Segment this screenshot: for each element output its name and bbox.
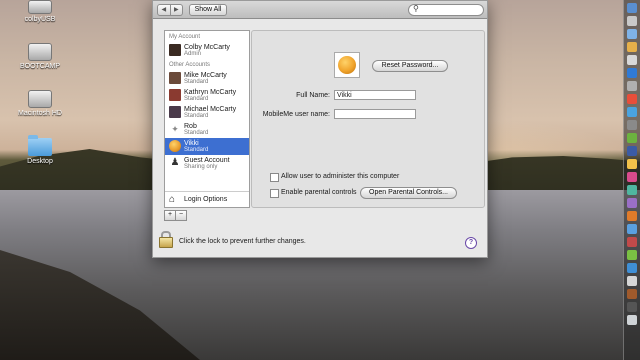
my-account-header: My Account (169, 34, 201, 40)
avatar (169, 106, 181, 118)
dock-app-icon[interactable] (627, 29, 637, 39)
dock-app-icon[interactable] (627, 289, 637, 299)
parental-controls-checkbox[interactable] (270, 189, 279, 198)
account-item-colby-mccarty[interactable]: Colby McCarty Admin (165, 42, 249, 59)
account-item-kathryn-mccarty[interactable]: Kathryn McCarty Standard (165, 87, 249, 104)
account-details-panel: Reset Password... Full Name: Vikki Mobil… (251, 30, 485, 208)
account-item-michael-mccarty[interactable]: Michael McCarty Standard (165, 104, 249, 121)
accounts-preferences-window: ◀ ▶ Show All ⚲ My Account Colby McCarty … (152, 0, 488, 258)
dock-app-icon[interactable] (627, 224, 637, 234)
lock-body (159, 237, 173, 248)
account-type: Standard (184, 130, 209, 136)
mobileme-label: MobileMe user name: (262, 111, 330, 118)
account-item-vikki[interactable]: Vikki Standard (165, 138, 249, 155)
accounts-list: My Account Colby McCarty Admin Other Acc… (164, 30, 250, 208)
dock-app-icon[interactable] (627, 68, 637, 78)
account-type: Standard (184, 147, 209, 153)
dock-app-icon[interactable] (627, 146, 637, 156)
nav-buttons: ◀ ▶ (157, 4, 183, 16)
full-name-field[interactable]: Vikki (334, 90, 416, 100)
dock-app-icon[interactable] (627, 198, 637, 208)
account-type: Standard (184, 79, 209, 85)
avatar: ✦ (169, 123, 181, 135)
reset-password-button[interactable]: Reset Password... (372, 60, 448, 72)
orange-ball-image (338, 56, 356, 74)
other-accounts-header: Other Accounts (169, 62, 211, 68)
avatar (169, 72, 181, 84)
desktop-icon-colbyusb[interactable]: colbyUSB (10, 0, 70, 23)
account-name: Colby McCarty (184, 44, 230, 51)
avatar (169, 89, 181, 101)
account-name: Mike McCarty (184, 72, 227, 79)
desktop-icon-desktop[interactable]: Desktop (10, 135, 70, 165)
account-name: Rob (184, 123, 197, 130)
avatar (169, 140, 181, 152)
account-type: Standard (184, 96, 209, 102)
avatar (169, 44, 181, 56)
user-picture[interactable] (334, 52, 360, 78)
account-item-mike-mccarty[interactable]: Mike McCarty Standard (165, 70, 249, 87)
dock-app-icon[interactable] (627, 42, 637, 52)
login-options-label: Login Options (184, 196, 228, 203)
dock-app-icon[interactable] (627, 55, 637, 65)
dock (623, 0, 640, 360)
account-name: Kathryn McCarty (184, 89, 237, 96)
account-item-guest[interactable]: ♟ Guest Account Sharing only (165, 155, 249, 172)
dock-app-icon[interactable] (627, 250, 637, 260)
dock-app-icon[interactable] (627, 107, 637, 117)
dock-app-icon[interactable] (627, 16, 637, 26)
guest-avatar-icon: ♟ (169, 157, 181, 169)
dock-app-icon[interactable] (627, 185, 637, 195)
parental-controls-label: Enable parental controls (281, 189, 357, 196)
dock-app-icon[interactable] (627, 3, 637, 13)
show-all-button[interactable]: Show All (189, 4, 227, 16)
dock-app-icon[interactable] (627, 172, 637, 182)
house-icon: ⌂ (169, 194, 176, 205)
dock-app-icon[interactable] (627, 211, 637, 221)
full-name-label: Full Name: (296, 92, 330, 99)
allow-admin-checkbox[interactable] (270, 173, 279, 182)
dock-app-icon[interactable] (627, 159, 637, 169)
search-input[interactable]: ⚲ (408, 4, 484, 16)
dock-app-icon[interactable] (627, 133, 637, 143)
folder-icon (28, 135, 52, 156)
window-toolbar: ◀ ▶ Show All ⚲ (153, 1, 487, 19)
account-name: Michael McCarty (184, 106, 237, 113)
dock-app-icon[interactable] (627, 94, 637, 104)
dock-app-icon[interactable] (627, 237, 637, 247)
dock-app-icon[interactable] (627, 120, 637, 130)
trash-icon[interactable] (627, 315, 637, 325)
dock-app-icon[interactable] (627, 276, 637, 286)
account-type: Sharing only (184, 164, 218, 170)
desktop-icon-label: Macintosh HD (18, 110, 62, 117)
remove-account-button[interactable]: − (175, 210, 187, 221)
search-icon: ⚲ (413, 4, 419, 13)
account-name: Vikki (184, 140, 199, 147)
back-button[interactable]: ◀ (157, 4, 171, 16)
help-button[interactable]: ? (465, 237, 477, 249)
desktop-icon-label: colbyUSB (24, 16, 56, 23)
desktop-icon-label: BOOTCAMP (19, 63, 61, 70)
account-item-rob[interactable]: ✦ Rob Standard (165, 121, 249, 138)
desktop-icon-label: Desktop (27, 158, 53, 165)
lock-message: Click the lock to prevent further change… (179, 238, 306, 245)
desktop-icon-macintosh-hd[interactable]: Macintosh HD (10, 90, 70, 117)
open-parental-controls-button[interactable]: Open Parental Controls... (360, 187, 457, 199)
account-name: Guest Account (184, 157, 230, 164)
lock-icon[interactable] (159, 231, 173, 248)
account-type: Admin (184, 51, 202, 57)
desktop-icon-bootcamp[interactable]: BOOTCAMP (10, 43, 70, 70)
mobileme-field[interactable] (334, 109, 416, 119)
allow-admin-label: Allow user to administer this computer (281, 173, 400, 180)
dock-app-icon[interactable] (627, 302, 637, 312)
account-type: Standard (184, 113, 209, 119)
drive-icon (28, 0, 52, 14)
drive-icon (28, 90, 52, 108)
dock-app-icon[interactable] (627, 263, 637, 273)
dock-app-icon[interactable] (627, 81, 637, 91)
drive-icon (28, 43, 52, 61)
forward-button[interactable]: ▶ (170, 4, 183, 16)
login-options-item[interactable]: ⌂ Login Options (165, 191, 249, 207)
